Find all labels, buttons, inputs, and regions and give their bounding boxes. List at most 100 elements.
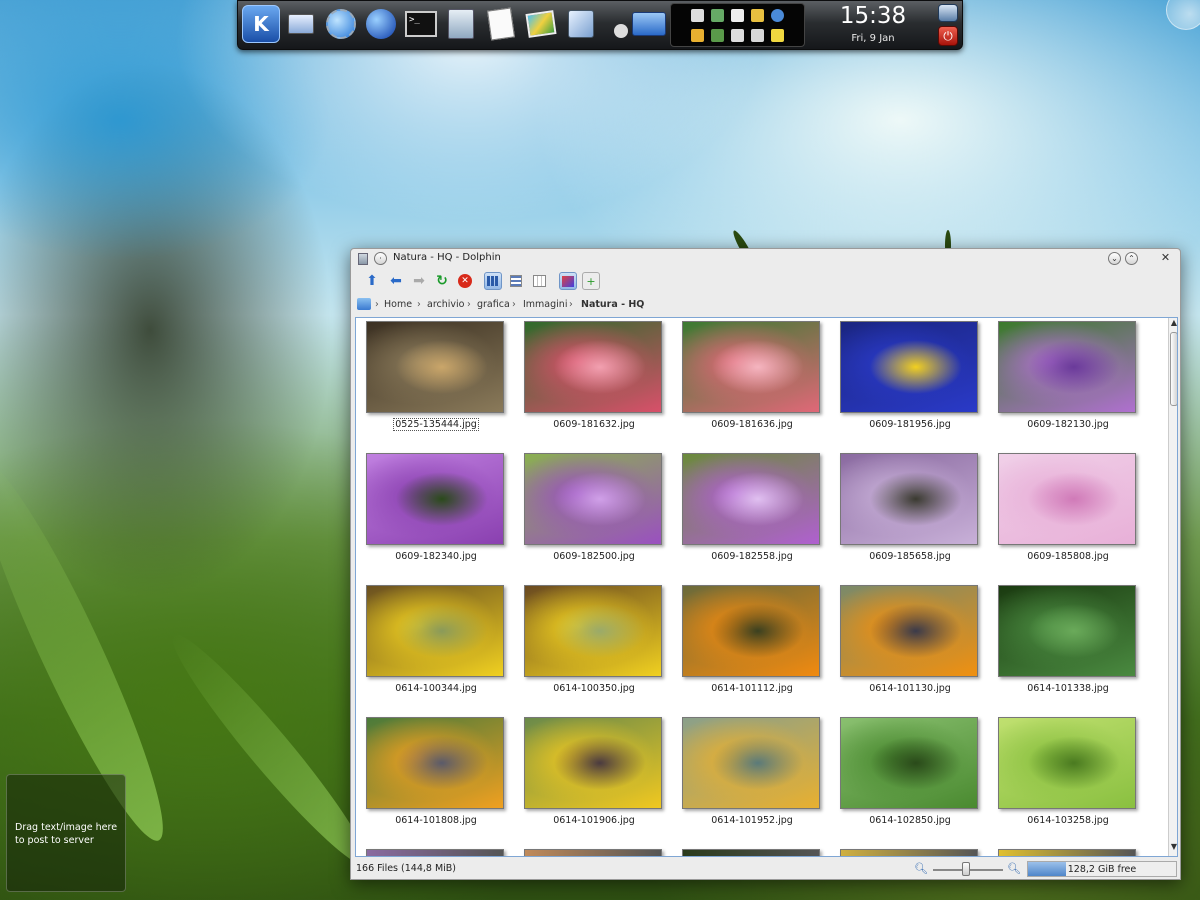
clipboard-icon[interactable] [731,9,744,22]
file-thumbnail[interactable] [998,585,1136,677]
calendar-icon[interactable] [751,29,764,42]
file-item[interactable]: 0609-182558.jpg [682,453,822,562]
kde-menu-icon[interactable]: K [242,5,280,43]
notes-icon[interactable] [731,29,744,42]
close-icon[interactable]: ✕ [1159,252,1172,265]
pastebin-widget[interactable]: Drag text/image here to post to server [6,774,126,892]
terminal-icon[interactable]: >_ [402,5,440,43]
file-thumbnail-partial[interactable] [366,849,504,856]
file-thumbnail[interactable] [682,585,820,677]
places-home-icon[interactable] [357,298,371,310]
file-item[interactable]: 0609-181636.jpg [682,321,822,430]
file-thumbnail[interactable] [998,453,1136,545]
file-item[interactable]: 0614-100350.jpg [524,585,664,694]
desktop-toolbox-icon[interactable] [1166,0,1200,30]
file-thumbnail[interactable] [840,321,978,413]
scrollbar-thumb[interactable] [1170,332,1177,406]
columns-view-icon[interactable] [530,272,548,290]
clock-date[interactable]: Fri, 9 Jan [836,33,910,44]
file-thumbnail-partial[interactable] [840,849,978,856]
reload-icon[interactable]: ↻ [433,272,451,290]
file-thumbnail[interactable] [840,585,978,677]
file-thumbnail[interactable] [524,453,662,545]
zoom-out-icon[interactable]: 🔍︎ [914,862,928,875]
clock-time[interactable]: 15:38 [836,3,910,29]
folder-icon[interactable] [751,9,764,22]
file-item[interactable]: 0609-185658.jpg [840,453,980,562]
system-settings-icon[interactable] [282,5,320,43]
text-editor-icon[interactable] [482,5,520,43]
network-settings-icon[interactable] [322,5,360,43]
file-item[interactable]: 0609-182500.jpg [524,453,664,562]
file-thumbnail[interactable] [366,453,504,545]
file-thumbnail[interactable] [998,717,1136,809]
file-thumbnail[interactable] [840,453,978,545]
dolphin-app-icon[interactable] [358,253,368,265]
network-icon[interactable] [771,9,784,22]
file-item[interactable]: 0609-182130.jpg [998,321,1138,430]
breadcrumb-grafica[interactable]: grafica [477,299,510,310]
stop-icon[interactable]: ✕ [456,272,474,290]
file-item[interactable]: 0609-181956.jpg [840,321,980,430]
back-icon[interactable]: ⬅ [387,272,405,290]
volume-icon[interactable] [691,9,704,22]
forward-icon[interactable]: ➡ [410,272,428,290]
file-item[interactable]: 0614-101338.jpg [998,585,1138,694]
file-item[interactable]: 0614-101112.jpg [682,585,822,694]
image-viewer-icon[interactable] [522,5,560,43]
details-view-icon[interactable] [507,272,525,290]
file-thumbnail-partial[interactable] [682,849,820,856]
file-item[interactable]: 0614-101808.jpg [366,717,506,826]
file-thumbnail[interactable] [524,717,662,809]
file-item[interactable]: 0614-101952.jpg [682,717,822,826]
breadcrumb-current[interactable]: Natura - HQ [581,299,644,310]
maximize-icon[interactable]: ⌃ [1125,252,1138,265]
file-thumbnail[interactable] [840,717,978,809]
file-item[interactable]: 0614-101130.jpg [840,585,980,694]
file-item[interactable]: 0614-102850.jpg [840,717,980,826]
breadcrumb-archivio[interactable]: archivio [427,299,464,310]
up-icon[interactable]: ⬆ [363,272,381,290]
window-titlebar[interactable]: · Natura - HQ - Dolphin ⌄ ⌃ ✕ [351,249,1180,269]
home-folder-icon[interactable] [630,5,668,43]
file-item[interactable]: 0525-135444.jpg [366,321,506,431]
file-item[interactable]: 0609-182340.jpg [366,453,506,562]
file-thumbnail[interactable] [998,321,1136,413]
shield-icon[interactable] [711,29,724,42]
key-icon[interactable] [691,29,704,42]
cube-icon[interactable] [562,5,600,43]
web-browser-icon[interactable] [362,5,400,43]
file-item[interactable]: 0614-101906.jpg [524,717,664,826]
file-thumbnail[interactable] [524,585,662,677]
lock-screen-icon[interactable] [938,4,958,22]
file-item[interactable]: 0609-185808.jpg [998,453,1138,562]
file-thumbnail-partial[interactable] [998,849,1136,856]
file-thumbnail-partial[interactable] [524,849,662,856]
zoom-slider-handle[interactable] [962,862,970,876]
battery-icon[interactable] [711,9,724,22]
split-view-icon[interactable]: + [582,272,600,290]
scroll-down-icon[interactable]: ▼ [1169,842,1177,854]
file-thumbnail[interactable] [366,585,504,677]
file-item[interactable]: 0614-103258.jpg [998,717,1138,826]
sticky-note-icon[interactable] [771,29,784,42]
file-thumbnail[interactable] [682,453,820,545]
pin-icon[interactable]: · [374,252,387,265]
preview-icon[interactable] [559,272,577,290]
zoom-in-icon[interactable]: 🔍︎ [1007,862,1021,875]
icons-view-icon[interactable] [484,272,502,290]
breadcrumb-home[interactable]: Home [384,299,412,310]
file-thumbnail[interactable] [682,717,820,809]
disk-space-bar[interactable]: 128,2 GiB free [1027,861,1177,877]
file-view[interactable]: 0525-135444.jpg 0609-181632.jpg 0609-18163… [355,317,1178,857]
file-thumbnail[interactable] [366,717,504,809]
breadcrumb-immagini[interactable]: Immagini [523,299,567,310]
scroll-up-icon[interactable]: ▲ [1169,318,1177,330]
vertical-scrollbar[interactable]: ▲ ▼ [1168,318,1177,856]
file-cabinet-icon[interactable] [442,5,480,43]
file-thumbnail[interactable] [366,321,504,413]
file-item[interactable]: 0614-100344.jpg [366,585,506,694]
minimize-icon[interactable]: ⌄ [1108,252,1121,265]
file-item[interactable]: 0609-181632.jpg [524,321,664,430]
file-thumbnail[interactable] [524,321,662,413]
